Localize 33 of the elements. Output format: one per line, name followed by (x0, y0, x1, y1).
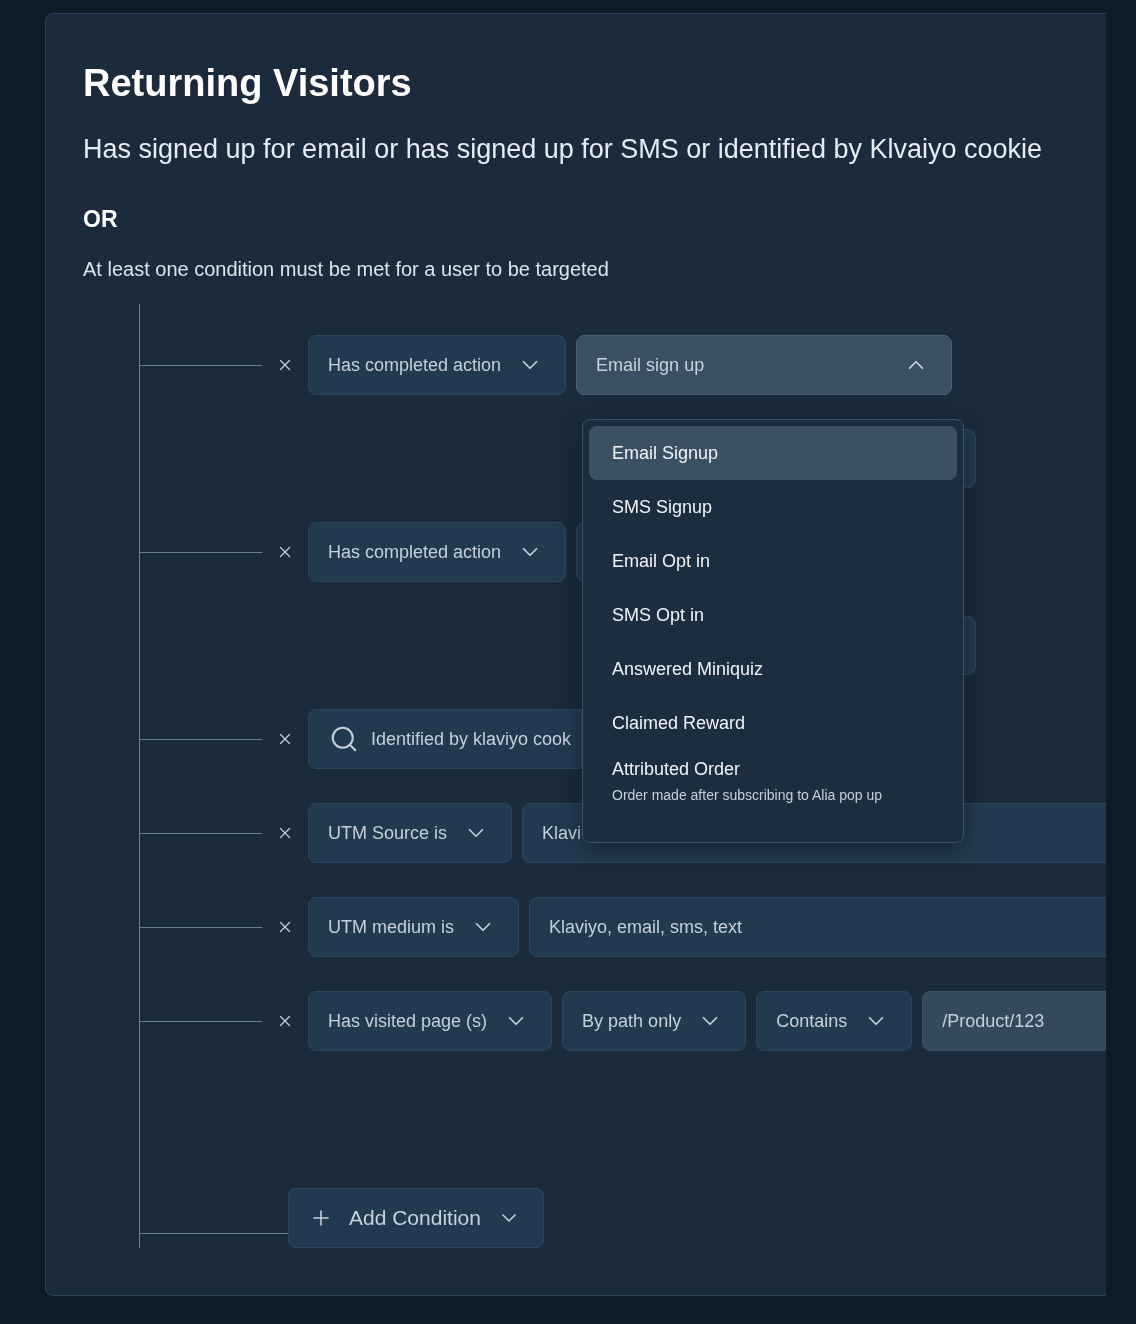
menu-item-label: Attributed Order (612, 758, 742, 781)
select-dropdown[interactable]: Has visited page (s) (308, 991, 553, 1051)
menu-item-label: Claimed Reward (612, 712, 747, 735)
select-dropdown[interactable]: UTM medium is (308, 897, 519, 957)
text-field[interactable]: Klaviyo, email, sms, text (529, 897, 1106, 957)
select-dropdown[interactable]: By path only (562, 991, 747, 1051)
select-dropdown[interactable]: UTM Source is (308, 803, 513, 863)
search-field[interactable]: Identified by klaviyo cook (308, 709, 582, 769)
menu-item[interactable]: Claimed Reward (589, 696, 957, 750)
menu-item[interactable]: Email Signup (589, 426, 957, 480)
hint-text: At least one condition must be met for a user to be targeted (83, 257, 610, 282)
menu-item[interactable]: Answered Miniquiz (589, 642, 957, 696)
menu-item-label: SMS Signup (612, 496, 714, 519)
search-icon (329, 724, 359, 754)
select-dropdown[interactable]: Has completed action (308, 335, 567, 395)
menu-item-label: Email Opt in (612, 550, 712, 573)
select-dropdown[interactable]: Has completed action (308, 522, 567, 582)
menu-item[interactable]: Attributed Order Order made after subscribing to Alia pop up (589, 750, 957, 830)
menu-item-label: Answered Miniquiz (612, 658, 765, 681)
menu-item[interactable]: Email Opt in (589, 534, 957, 588)
search-value: Identified by klaviyo cook (371, 727, 572, 751)
menu-item-label: SMS Opt in (612, 604, 706, 627)
select-dropdown[interactable]: Email sign up (576, 335, 953, 395)
menu-item[interactable]: SMS Opt in (589, 588, 957, 642)
panel-title: Returning Visitors (83, 61, 413, 106)
add-condition-button[interactable]: Add Condition (288, 1188, 544, 1248)
text-field[interactable]: /Product/123 (922, 991, 1106, 1051)
menu-item-label: Email Signup (612, 442, 720, 465)
panel-description: Has signed up for email or has signed up for SMS or identified by Klvaiyo cookie (83, 133, 1043, 166)
operator-label: OR (83, 205, 119, 234)
menu-item-description: Order made after subscribing to Alia pop up (612, 786, 884, 805)
menu-item[interactable]: SMS Signup (589, 480, 957, 534)
select-dropdown[interactable]: Contains (756, 991, 913, 1051)
